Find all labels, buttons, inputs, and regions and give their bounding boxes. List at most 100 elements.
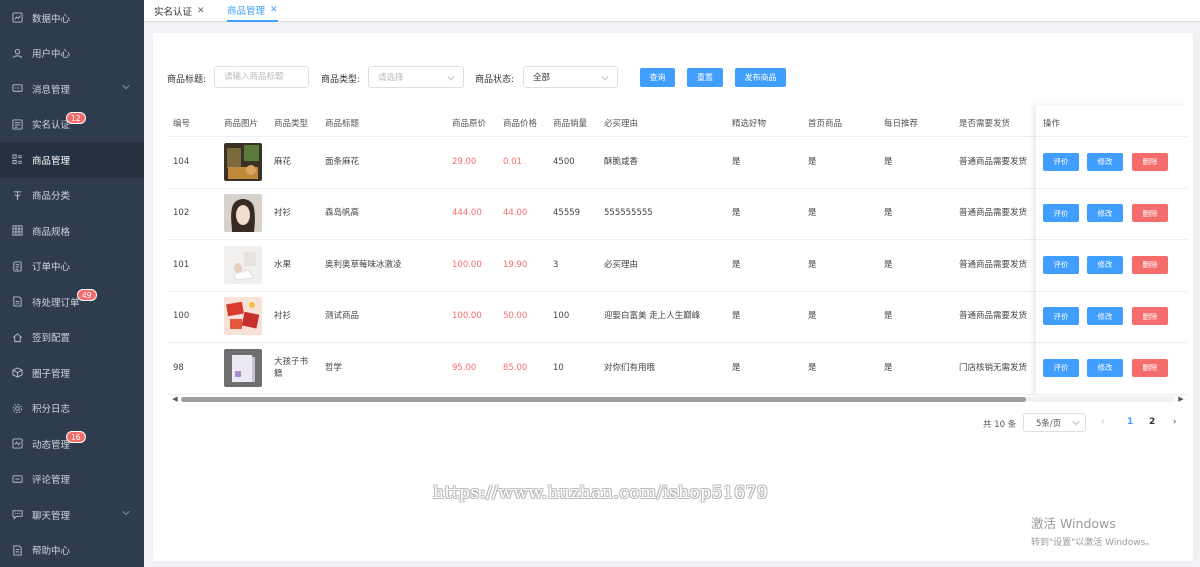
scroll-left-arrow-icon[interactable]: ◀: [171, 395, 179, 403]
operation-column: 评价 修改 删除 评价 修改 删除 评价 修改 删除 评价 修改 删除 评价 修改 删除: [1036, 105, 1187, 395]
title-search-input[interactable]: [214, 66, 309, 88]
count-badge: 16: [66, 431, 86, 443]
horizontal-scrollbar[interactable]: ◀ ▶: [171, 395, 1185, 403]
cell-daily: 是: [884, 311, 893, 322]
cell-homepage: 是: [808, 156, 817, 167]
edit-button[interactable]: 修改: [1087, 255, 1123, 274]
chart-icon: [12, 12, 23, 23]
count-badge: 49: [77, 289, 97, 301]
next-page-icon[interactable]: ›: [1173, 417, 1176, 427]
delete-button[interactable]: 删除: [1132, 307, 1168, 326]
edit-button[interactable]: 修改: [1087, 307, 1123, 326]
cell-shipping: 门店核销无需发货: [959, 362, 1028, 373]
type-select[interactable]: 请选择: [368, 66, 464, 88]
sidebar: 数据中心用户中心消息管理实名认证 12 商品管理商品分类 商品规格 订单中心 待处理订单 4…: [0, 0, 144, 567]
review-button[interactable]: 评价: [1043, 255, 1079, 274]
column-header-title: 商品标题: [325, 119, 360, 129]
column-header-sales: 商品销量: [553, 119, 588, 129]
review-button[interactable]: 评价: [1043, 358, 1079, 377]
cell-sales: 3: [553, 259, 559, 270]
sidebar-item[interactable]: 动态管理 16: [0, 426, 144, 462]
sidebar-item[interactable]: 消息管理: [0, 71, 144, 107]
grid-icon: [12, 225, 23, 236]
review-button[interactable]: 评价: [1043, 204, 1079, 223]
prev-page-icon[interactable]: ‹: [1101, 417, 1104, 427]
sidebar-item[interactable]: 签到配置: [0, 320, 144, 356]
home-icon: [12, 332, 23, 343]
sidebar-item-label: 圈子管理: [32, 368, 71, 380]
tab-goods-management[interactable]: 商品管理 ✕: [227, 0, 278, 22]
sidebar-item-label: 数据中心: [32, 13, 71, 25]
column-header-image: 商品图片: [224, 119, 259, 129]
chevron-down-icon: [447, 74, 455, 82]
product-thumbnail: [224, 245, 262, 284]
cell-homepage: 是: [808, 259, 817, 270]
cell-price: 19.90: [503, 259, 528, 270]
main-panel: 商品标题: 商品类型: 请选择 商品状态: 全部 查询 重置 发布商品 编号 商品…: [153, 33, 1193, 561]
close-icon[interactable]: ✕: [197, 6, 205, 16]
sidebar-item[interactable]: 用户中心: [0, 36, 144, 72]
sidebar-item-label: 消息管理: [32, 84, 71, 96]
column-header-original-price: 商品原价: [452, 119, 487, 129]
scroll-right-arrow-icon[interactable]: ▶: [1177, 395, 1185, 403]
sidebar-item[interactable]: 商品管理: [0, 142, 144, 178]
cell-price: 0.01: [503, 156, 522, 167]
sidebar-item[interactable]: 评论管理: [0, 462, 144, 498]
tab-label: 商品管理: [227, 6, 266, 17]
page-size-select[interactable]: 5条/页: [1023, 413, 1086, 432]
sidebar-item-label: 积分日志: [32, 404, 71, 416]
close-icon[interactable]: ✕: [270, 5, 278, 15]
cell-type: 麻花: [274, 156, 292, 167]
delete-button[interactable]: 删除: [1132, 204, 1168, 223]
tab-real-name-auth[interactable]: 实名认证 ✕: [154, 0, 205, 22]
pagination-total: 共 10 条: [983, 420, 1017, 430]
sidebar-item[interactable]: 订单中心: [0, 249, 144, 285]
sidebar-item[interactable]: 商品分类: [0, 178, 144, 214]
sidebar-item[interactable]: 帮助中心: [0, 533, 144, 567]
type-select-value: 请选择: [378, 73, 404, 83]
review-button[interactable]: 评价: [1043, 307, 1079, 326]
publish-goods-button[interactable]: 发布商品: [735, 68, 786, 87]
edit-button[interactable]: 修改: [1087, 152, 1123, 171]
sidebar-item[interactable]: 实名认证 12: [0, 107, 144, 143]
count-badge: 12: [66, 111, 86, 124]
cell-sales: 10: [553, 362, 564, 373]
chevron-down-icon: [601, 74, 609, 82]
row-divider: [167, 239, 1187, 240]
cell-daily: 是: [884, 208, 893, 219]
delete-button[interactable]: 删除: [1132, 255, 1168, 274]
product-thumbnail: [224, 194, 262, 233]
sidebar-item[interactable]: 积分日志: [0, 391, 144, 427]
search-button[interactable]: 查询: [640, 68, 675, 87]
sidebar-item[interactable]: 圈子管理: [0, 355, 144, 391]
cell-type: 水果: [274, 259, 292, 270]
cell-sales: 4500: [553, 156, 575, 167]
reset-button[interactable]: 重置: [687, 68, 723, 87]
review-button[interactable]: 评价: [1043, 152, 1079, 171]
page-number-1[interactable]: 1: [1127, 417, 1133, 427]
edit-button[interactable]: 修改: [1087, 358, 1123, 377]
scroll-thumb[interactable]: [181, 397, 1026, 402]
status-select[interactable]: 全部: [523, 66, 618, 88]
edit-button[interactable]: 修改: [1087, 204, 1123, 223]
product-thumbnail: [224, 348, 262, 387]
sidebar-item[interactable]: 待处理订单 49: [0, 284, 144, 320]
sidebar-item-label: 商品管理: [32, 155, 71, 167]
sidebar-item[interactable]: 商品规格: [0, 213, 144, 249]
cell-id: 101: [173, 259, 190, 270]
cell-reason: 迎娶白富美 走上人生巅峰: [604, 311, 701, 322]
chevron-down-icon: [122, 509, 130, 517]
page-number-2[interactable]: 2: [1149, 417, 1155, 427]
sidebar-item[interactable]: 聊天管理: [0, 497, 144, 533]
column-header-reason: 必买理由: [604, 119, 639, 129]
delete-button[interactable]: 删除: [1132, 152, 1168, 171]
chevron-down-icon: [122, 83, 130, 91]
cell-id: 104: [173, 156, 190, 167]
sidebar-item[interactable]: 数据中心: [0, 0, 144, 36]
delete-button[interactable]: 删除: [1132, 358, 1168, 377]
cell-title: 奥利奥草莓味冰激凌: [325, 259, 402, 270]
header-divider: [167, 136, 1187, 137]
status-filter-label: 商品状态:: [475, 75, 515, 85]
column-header-operation: 操作: [1043, 119, 1061, 129]
settings-icon: [12, 403, 23, 414]
